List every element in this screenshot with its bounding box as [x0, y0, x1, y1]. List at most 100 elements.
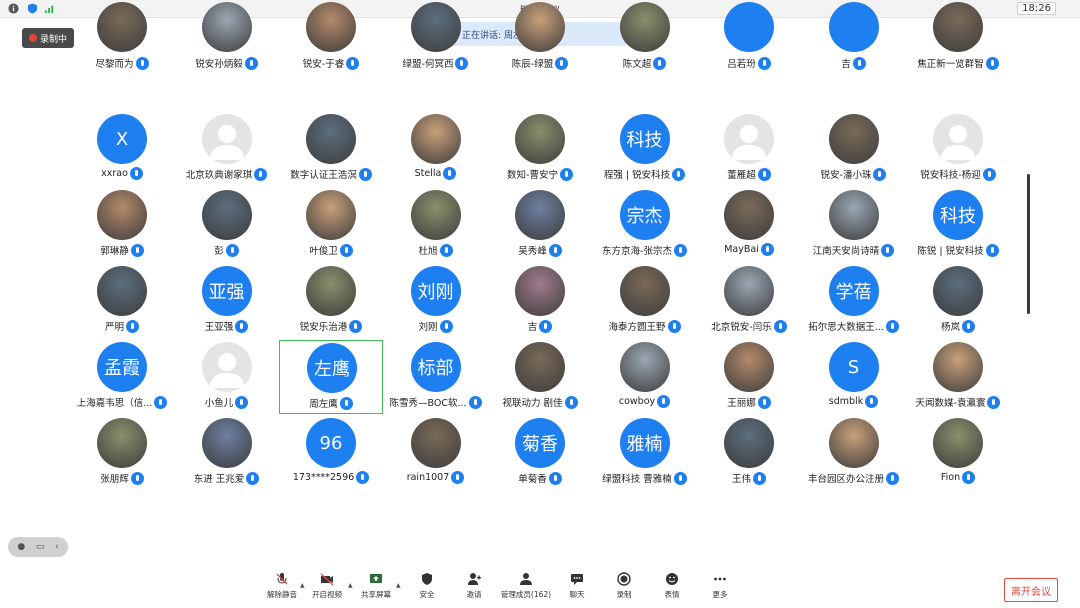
participant-label: 绿盟-何冥西: [384, 56, 488, 70]
participant-tile[interactable]: 焦正新一览群智: [906, 2, 1010, 94]
collapse-icon[interactable]: ‹: [55, 542, 59, 552]
participant-label: Fion: [906, 471, 1010, 484]
avatar: 96: [306, 418, 356, 468]
participant-tile[interactable]: Xxxrao: [70, 112, 174, 186]
leave-meeting-button[interactable]: 离开会议: [1004, 578, 1058, 602]
participant-tile[interactable]: 吕若玢: [697, 2, 801, 94]
participant-tile[interactable]: 吉: [802, 2, 906, 94]
participant-tile[interactable]: 绿盟-何冥西: [384, 2, 488, 94]
participant-tile[interactable]: 叶俊卫: [279, 188, 383, 262]
participant-tile[interactable]: 陈辰-绿盟: [488, 2, 592, 94]
participant-tile[interactable]: 左鹰 周左鹰: [279, 340, 383, 414]
avatar: [724, 114, 774, 164]
record-button[interactable]: 录制: [598, 572, 650, 606]
participant-tile[interactable]: 菊香 单菊香: [488, 416, 592, 490]
participant-name: 锐安孙炳毅: [195, 59, 243, 70]
participant-tile[interactable]: 东进 王兆爱: [175, 416, 279, 490]
manage-members-button[interactable]: 管理成员(162): [499, 572, 553, 606]
chat-button[interactable]: 聊天: [551, 572, 603, 606]
participant-label: 王伟: [697, 471, 801, 485]
participant-tile[interactable]: 亚强 王亚强: [175, 264, 279, 338]
avatar: 学蓓: [828, 266, 879, 316]
participant-tile[interactable]: 数知-曹安宁: [488, 112, 592, 186]
participant-name: 小鱼儿: [204, 398, 234, 409]
participant-tile[interactable]: 王伟: [697, 416, 801, 490]
avatar: [619, 2, 670, 52]
participant-tile[interactable]: 锐安孙炳毅: [175, 2, 279, 94]
participant-tile[interactable]: 数字认证王浩溟: [279, 112, 383, 186]
invite-button[interactable]: 邀请: [448, 572, 500, 606]
reactions-button[interactable]: 表情: [646, 572, 698, 606]
mic-icon: [962, 471, 976, 484]
participant-label: 东进 王兆爱: [175, 471, 279, 485]
participant-tile[interactable]: Stella: [384, 112, 488, 186]
participant-tile[interactable]: 96 173****2596: [279, 416, 383, 490]
avatar: [410, 114, 461, 164]
participant-tile[interactable]: 锐安-于睿: [279, 2, 383, 94]
participant-tile[interactable]: 江南天安尚诗晴: [802, 188, 906, 262]
share-options-caret[interactable]: ▲: [396, 582, 401, 589]
participant-tile[interactable]: 天闻数媒-袁瀛寰: [906, 340, 1010, 414]
mic-mini-icon[interactable]: ●: [17, 542, 25, 552]
participant-tile[interactable]: 董雁超: [697, 112, 801, 186]
avatar: 科技: [619, 114, 670, 164]
participant-tile[interactable]: Fion: [906, 416, 1010, 490]
participant-tile[interactable]: 科技 程强 | 锐安科技: [593, 112, 697, 186]
participant-name: 天闻数媒-袁瀛寰: [915, 398, 986, 409]
default-avatar-icon: [209, 125, 244, 160]
avatar: [933, 266, 983, 316]
participant-tile[interactable]: 北京玖典谢家琪: [175, 112, 279, 186]
participant-tile[interactable]: 锐安-潘小珠: [802, 112, 906, 186]
participant-label: 海泰方圆王野: [593, 319, 697, 333]
participant-tile[interactable]: 杜旭: [384, 188, 488, 262]
participant-tile[interactable]: 雅楠 绿盟科技 曹雅楠: [593, 416, 697, 490]
participant-tile[interactable]: 郭琳静: [70, 188, 174, 262]
participant-tile[interactable]: 刘刚 刘刚: [384, 264, 488, 338]
participant-tile[interactable]: rain1007: [384, 416, 488, 490]
mic-icon: [154, 395, 168, 409]
participant-tile[interactable]: 尽黎而为: [70, 2, 174, 94]
avatar: [724, 190, 774, 240]
mic-icon: [757, 56, 771, 70]
participant-tile[interactable]: 北京锐安-闫乐: [697, 264, 801, 338]
participant-tile[interactable]: 吴秀峰: [488, 188, 592, 262]
participant-tile[interactable]: cowboy: [593, 340, 697, 414]
avatar-initials: 刘刚: [417, 282, 454, 303]
security-button[interactable]: 安全: [401, 572, 453, 606]
participant-tile[interactable]: 学蓓 拓尔思大数据王...: [802, 264, 906, 338]
more-button[interactable]: 更多: [694, 572, 746, 606]
participant-tile[interactable]: 小鱼儿: [175, 340, 279, 414]
participant-tile[interactable]: 吉: [488, 264, 592, 338]
avatar: [828, 418, 879, 468]
mini-controls[interactable]: ● ▭ ‹: [8, 537, 68, 557]
mic-icon: [254, 167, 268, 181]
mic-icon: [885, 319, 899, 333]
participant-label: 陈文超: [593, 56, 697, 70]
share-screen-button[interactable]: 共享屏幕: [350, 572, 402, 606]
participant-tile[interactable]: 锐安乐治港: [279, 264, 383, 338]
avatar: [306, 190, 356, 240]
participant-tile[interactable]: 锐安科技-杨迎: [906, 112, 1010, 186]
participant-tile[interactable]: 丰台园区办公注册: [802, 416, 906, 490]
participant-tile[interactable]: 孟霞 上海嘉韦思（信...: [70, 340, 174, 414]
participant-tile[interactable]: 宗杰 东方京海-张宗杰: [593, 188, 697, 262]
participant-tile[interactable]: 视联动力 剧佳: [488, 340, 592, 414]
participant-tile[interactable]: 张朋辉: [70, 416, 174, 490]
participant-tile[interactable]: 标部 陈雪秀—BOC软...: [384, 340, 488, 414]
participant-tile[interactable]: 陈文超: [593, 2, 697, 94]
participant-name: 吉: [841, 59, 851, 70]
participant-label: 王丽娜: [697, 395, 801, 409]
participant-tile[interactable]: Ssdmblk: [802, 340, 906, 414]
mic-icon: [757, 395, 771, 409]
video-button[interactable]: 开启视频: [301, 572, 353, 606]
participant-name: 丰台园区办公注册: [807, 474, 884, 485]
participant-tile[interactable]: 海泰方圆王野: [593, 264, 697, 338]
video-mini-icon[interactable]: ▭: [36, 542, 45, 552]
participant-tile[interactable]: 严明: [70, 264, 174, 338]
participant-tile[interactable]: 王丽娜: [697, 340, 801, 414]
participant-tile[interactable]: 杨岚: [906, 264, 1010, 338]
scrollbar[interactable]: [1027, 174, 1030, 314]
participant-tile[interactable]: 科技 陈锐 | 锐安科技: [906, 188, 1010, 262]
participant-tile[interactable]: 彭: [175, 188, 279, 262]
participant-tile[interactable]: MayBai: [697, 188, 801, 262]
